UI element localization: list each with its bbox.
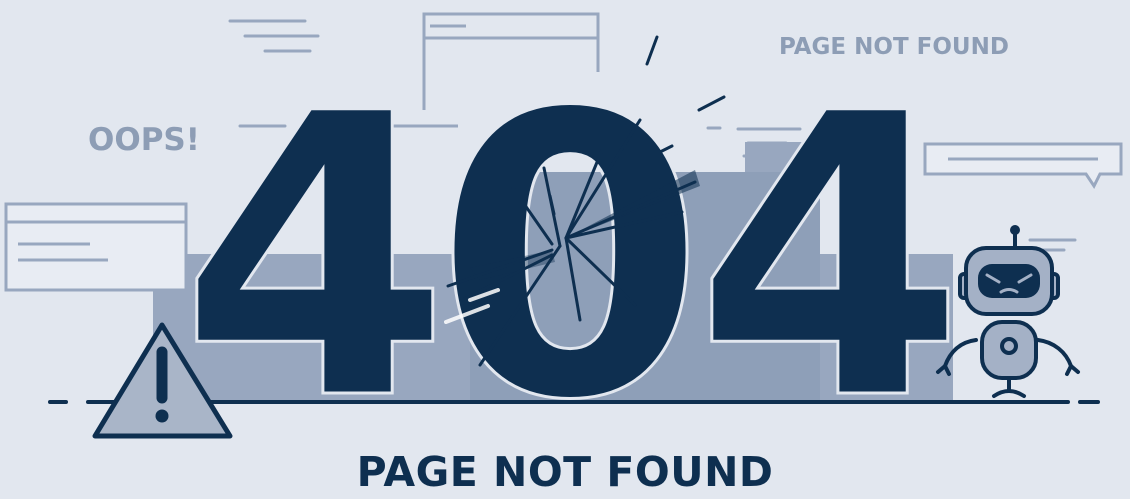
- error-404-illustration: 4 0 4 OOPS! PAGE NOT FOUND PAGE NOT FOUN…: [0, 0, 1130, 499]
- oops-label: OOPS!: [88, 122, 200, 158]
- digit-right-4: 4: [694, 31, 965, 485]
- message-card-icon: [4, 202, 188, 292]
- page-not-found-heading: PAGE NOT FOUND: [356, 448, 774, 496]
- top-page-not-found-label: PAGE NOT FOUND: [779, 34, 1009, 60]
- illustration-canvas: 4 0 4: [4, 12, 1123, 487]
